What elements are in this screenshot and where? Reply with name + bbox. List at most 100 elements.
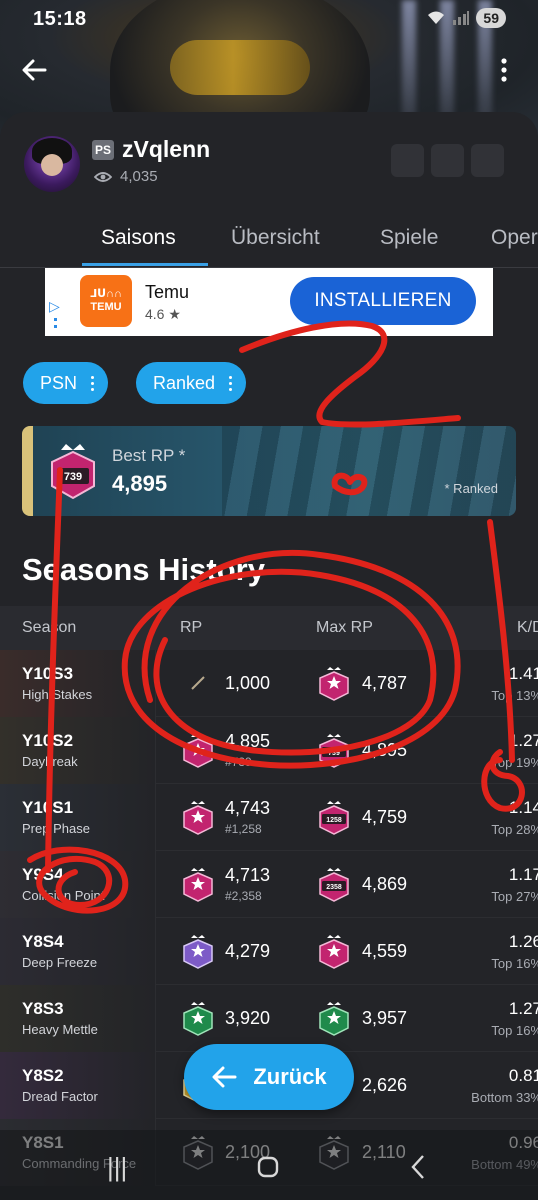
rp-value: 4,713 (225, 865, 271, 885)
season-cell: Y8S3 Heavy Mettle (0, 985, 156, 1052)
tab-spiele[interactable]: Spiele (380, 226, 438, 250)
svg-text:739: 739 (328, 750, 340, 757)
status-bar: 15:18 59 (0, 0, 538, 40)
best-rp-note: * Ranked (444, 481, 498, 496)
svg-text:2358: 2358 (326, 884, 342, 891)
home-icon[interactable] (257, 1156, 279, 1178)
nav-back-icon[interactable] (410, 1154, 426, 1180)
season-cell: Y10S2 Daybreak (0, 717, 156, 784)
tab-uebersicht[interactable]: Übersicht (231, 226, 320, 250)
status-time: 15:18 (33, 8, 87, 30)
more-vertical-icon (91, 375, 95, 391)
rp-rank-icon (183, 801, 213, 835)
ad-choices-icon[interactable]: ▷ (49, 298, 60, 315)
kd-percentile: Top 13% (491, 688, 538, 703)
rp-rank-icon (183, 868, 213, 902)
unranked-icon (191, 676, 205, 690)
table-row[interactable]: Y8S4 Deep Freeze 4,279 4,559 1.26 Top 16% (0, 918, 538, 985)
profile-action-button[interactable] (471, 144, 504, 177)
system-nav-bar: ||| (0, 1130, 538, 1200)
kd-value: 0.81 (508, 1066, 538, 1085)
ad-rating: 4.6 ★ (145, 306, 181, 322)
season-cell: Y8S4 Deep Freeze (0, 918, 156, 985)
svg-text:1258: 1258 (326, 817, 342, 824)
avatar[interactable] (24, 136, 80, 192)
install-button[interactable]: INSTALLIEREN (290, 277, 476, 325)
kd-value: 1.27 (508, 999, 538, 1018)
profile-action-button[interactable] (391, 144, 424, 177)
season-code: Y8S3 (22, 999, 64, 1018)
wifi-icon (428, 11, 445, 24)
profile-action-button[interactable] (431, 144, 464, 177)
mode-filter-chip[interactable]: Ranked (136, 362, 247, 404)
table-header: Season RP Max RP K/D (0, 606, 538, 650)
more-vertical-icon (501, 58, 507, 82)
table-row[interactable]: Y10S1 Prep Phase 4,743 #1,258 1258 4,759 1.14 T… (0, 784, 538, 851)
platform-filter-label: PSN (40, 372, 78, 393)
arrow-left-icon (22, 59, 47, 81)
recent-apps-icon[interactable]: ||| (107, 1152, 127, 1183)
header-kd: K/D (517, 619, 538, 636)
season-code: Y10S1 (22, 798, 74, 817)
season-name: Dread Factor (22, 1089, 98, 1104)
platform-filter-chip[interactable]: PSN (23, 362, 109, 404)
season-cell: Y10S1 Prep Phase (0, 784, 156, 851)
signal-icon (453, 11, 470, 25)
rp-leaderboard-rank: #1,258 (225, 822, 262, 836)
ad-banner[interactable]: ▷ ⅃ᑌ∩∩ TEMU Temu 4.6 ★ INSTALLIEREN (45, 268, 493, 336)
max-rp-rank-icon: 2358 (319, 868, 349, 902)
kd-value: 1.17 (508, 865, 538, 884)
max-rp-rank-icon (319, 667, 349, 701)
kd-value: 1.14 (508, 798, 538, 817)
profile-actions (391, 144, 504, 177)
kd-percentile: Top 27% (491, 889, 538, 904)
kd-value: 1.27 (508, 731, 538, 750)
table-row[interactable]: Y10S3 High Stakes 1,000 4,787 1.41 Top 13% (0, 650, 538, 717)
season-name: Deep Freeze (22, 955, 98, 970)
back-fab-label: Zurück (253, 1064, 327, 1089)
more-options-button[interactable] (482, 48, 526, 92)
kd-percentile: Top 19% (491, 755, 538, 770)
status-icons: 59 (426, 8, 506, 28)
ad-app-name: Temu (145, 282, 190, 302)
season-code: Y8S4 (22, 932, 64, 951)
season-name: High Stakes (22, 687, 93, 702)
arrow-left-icon (212, 1066, 237, 1088)
best-rp-background-art (222, 426, 516, 516)
max-rp-value: 4,787 (362, 673, 408, 693)
active-tab-indicator (82, 263, 208, 266)
profile-card: PS zVqlenn 4,035 Saisons Übersicht Spiel… (0, 112, 538, 1200)
best-rp-value: 4,895 (112, 471, 168, 496)
table-row[interactable]: Y8S3 Heavy Mettle 3,920 3,957 1.27 Top 16% (0, 985, 538, 1052)
tab-operators[interactable]: Oper (491, 226, 538, 250)
season-name: Daybreak (22, 754, 78, 769)
max-rp-rank-icon (319, 935, 349, 969)
max-rp-value: 2,626 (362, 1075, 408, 1095)
best-rp-card: 739 Best RP * 4,895 * Ranked (22, 426, 516, 516)
views-row: 4,035 (94, 168, 158, 185)
max-rp-value: 4,559 (362, 941, 408, 961)
season-name: Heavy Mettle (22, 1022, 98, 1037)
season-code: Y8S2 (22, 1066, 64, 1085)
banner-visor-art (170, 40, 310, 95)
back-fab-button[interactable]: Zurück (184, 1044, 354, 1110)
kd-percentile: Top 16% (491, 956, 538, 971)
rp-value: 3,920 (225, 1008, 271, 1028)
rp-rank-icon (183, 734, 213, 768)
rp-rank-icon (183, 935, 213, 969)
max-rp-rank-icon (319, 1002, 349, 1036)
rp-leaderboard-rank: #2,358 (225, 889, 262, 903)
season-code: Y10S3 (22, 664, 74, 683)
season-code: Y9S4 (22, 865, 64, 884)
table-row[interactable]: Y10S2 Daybreak 4,895 #739 739 4,895 1.27 Top 19… (0, 717, 538, 784)
seasons-history-title: Seasons History (22, 552, 265, 587)
ad-menu-icon[interactable] (54, 318, 58, 328)
username: zVqlenn (122, 136, 211, 162)
tab-saisons[interactable]: Saisons (101, 226, 176, 250)
kd-value: 1.41 (508, 664, 538, 683)
views-count: 4,035 (120, 168, 158, 185)
tab-bar: Saisons Übersicht Spiele Oper (0, 220, 538, 268)
best-rp-label: Best RP * (112, 446, 186, 465)
table-row[interactable]: Y9S4 Collision Point 4,713 #2,358 2358 4,869 1… (0, 851, 538, 918)
back-button[interactable] (12, 48, 56, 92)
